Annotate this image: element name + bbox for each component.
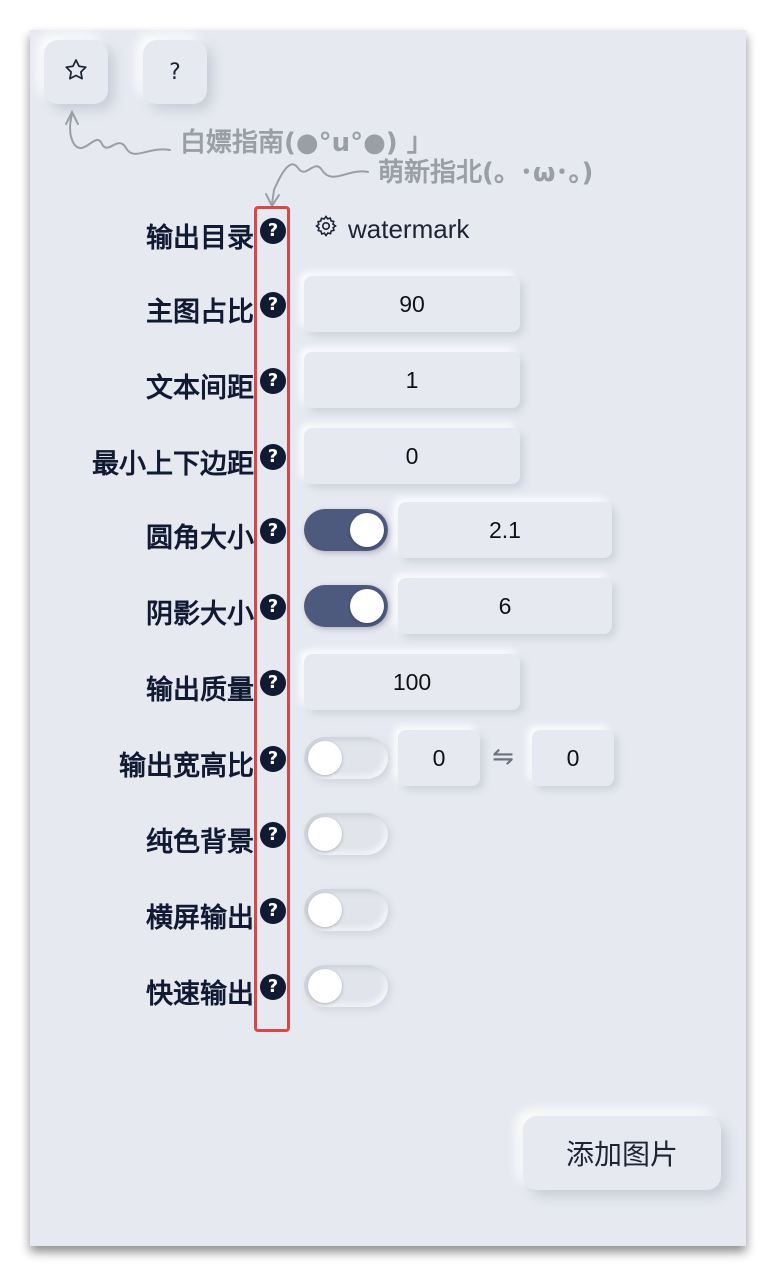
row-landscape: 横屏输出 ?: [30, 882, 746, 942]
toggle-knob: [308, 969, 342, 1003]
label-solid-bg: 纯色背景: [146, 827, 254, 858]
toggle-knob: [350, 589, 384, 623]
quality-input[interactable]: 100: [304, 654, 520, 710]
row-output-dir: 输出目录 ? watermark: [30, 202, 746, 262]
fast-output-toggle[interactable]: [304, 965, 388, 1007]
corner-radius-input[interactable]: 2.1: [398, 502, 612, 558]
output-dir-selector[interactable]: watermark: [314, 214, 469, 245]
gear-icon: [314, 214, 338, 245]
row-min-margin: 最小上下边距 ? 0: [30, 428, 746, 488]
row-quality: 输出质量 ? 100: [30, 654, 746, 714]
shadow-size-toggle[interactable]: [304, 585, 388, 627]
min-margin-input[interactable]: 0: [304, 428, 520, 484]
label-min-margin: 最小上下边距: [92, 449, 254, 480]
toggle-knob: [350, 513, 384, 547]
text-spacing-input[interactable]: 1: [304, 352, 520, 408]
shadow-size-input[interactable]: 6: [398, 578, 612, 634]
label-main-ratio: 主图占比: [146, 297, 254, 328]
output-dir-value: watermark: [348, 214, 470, 244]
label-aspect-ratio: 输出宽高比: [119, 751, 254, 782]
row-shadow-size: 阴影大小 ? 6: [30, 578, 746, 638]
row-corner-radius: 圆角大小 ? 2.1: [30, 502, 746, 562]
row-solid-bg: 纯色背景 ?: [30, 806, 746, 866]
label-output-dir: 输出目录: [146, 223, 254, 254]
main-ratio-input[interactable]: 90: [304, 276, 520, 332]
help-icons-highlight: [254, 206, 290, 1032]
solid-bg-toggle[interactable]: [304, 813, 388, 855]
label-corner-radius: 圆角大小: [146, 523, 254, 554]
row-main-ratio: 主图占比 ? 90: [30, 276, 746, 336]
label-fast-output: 快速输出: [146, 979, 254, 1010]
aspect-ratio-toggle[interactable]: [304, 737, 388, 779]
hint-beginner-text[interactable]: 萌新指北(。･ω･。): [378, 152, 593, 189]
aspect-width-input[interactable]: 0: [398, 730, 480, 786]
toggle-knob: [308, 741, 342, 775]
landscape-toggle[interactable]: [304, 889, 388, 931]
add-image-button[interactable]: 添加图片: [523, 1116, 721, 1190]
label-text-spacing: 文本间距: [146, 373, 254, 404]
swap-icon[interactable]: ⇋: [492, 742, 514, 772]
aspect-height-input[interactable]: 0: [532, 730, 614, 786]
row-text-spacing: 文本间距 ? 1: [30, 352, 746, 412]
row-aspect-ratio: 输出宽高比 ? 0 ⇋ 0: [30, 730, 746, 790]
label-landscape: 横屏输出: [146, 903, 254, 934]
toggle-knob: [308, 817, 342, 851]
label-shadow-size: 阴影大小: [146, 599, 254, 630]
label-quality: 输出质量: [146, 675, 254, 706]
corner-radius-toggle[interactable]: [304, 509, 388, 551]
settings-panel: ? 白嫖指南(●°u°●) 」 萌新指北(。･ω･。) 输出目录 ? water…: [30, 30, 746, 1246]
row-fast-output: 快速输出 ?: [30, 958, 746, 1018]
toggle-knob: [308, 893, 342, 927]
